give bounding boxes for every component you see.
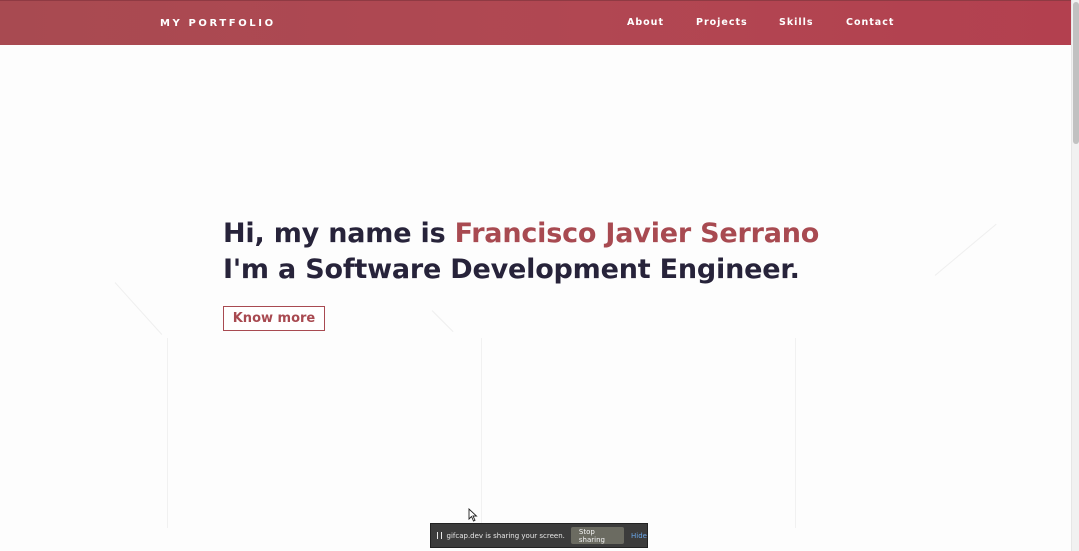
- nav-link-skills[interactable]: Skills: [779, 17, 814, 28]
- stop-sharing-button[interactable]: Stop sharing: [570, 527, 625, 544]
- background-decoration: [934, 223, 997, 276]
- background-line: [167, 338, 168, 528]
- screen-share-bar: gifcap.dev is sharing your screen. Stop …: [430, 523, 648, 548]
- hero-section: Hi, my name is Francisco Javier Serrano …: [223, 216, 923, 288]
- background-decoration: [114, 282, 163, 335]
- mouse-cursor-icon: [468, 508, 478, 522]
- hide-button[interactable]: Hide: [631, 532, 647, 540]
- vertical-scrollbar[interactable]: [1071, 0, 1079, 551]
- hero-greeting-line: Hi, my name is Francisco Javier Serrano: [223, 216, 923, 252]
- hero-greeting: Hi, my name is: [223, 218, 446, 249]
- nav-link-contact[interactable]: Contact: [846, 17, 894, 28]
- page: MY PORTFOLIO About Projects Skills Conta…: [0, 0, 1071, 551]
- screen-share-message: gifcap.dev is sharing your screen.: [446, 531, 565, 540]
- hero-role: I'm a Software Development Engineer.: [223, 254, 800, 285]
- nav-link-projects[interactable]: Projects: [696, 17, 748, 28]
- hero-name: Francisco Javier Serrano: [454, 218, 820, 249]
- pause-icon: [437, 532, 442, 539]
- top-navbar: MY PORTFOLIO About Projects Skills Conta…: [0, 0, 1071, 45]
- background-line: [795, 338, 796, 528]
- background-decoration: [431, 310, 454, 333]
- nav-link-about[interactable]: About: [627, 17, 664, 28]
- scrollbar-thumb[interactable]: [1073, 2, 1079, 144]
- background-line: [481, 338, 482, 528]
- nav-links: About Projects Skills Contact: [0, 17, 1071, 31]
- know-more-button[interactable]: Know more: [223, 306, 325, 331]
